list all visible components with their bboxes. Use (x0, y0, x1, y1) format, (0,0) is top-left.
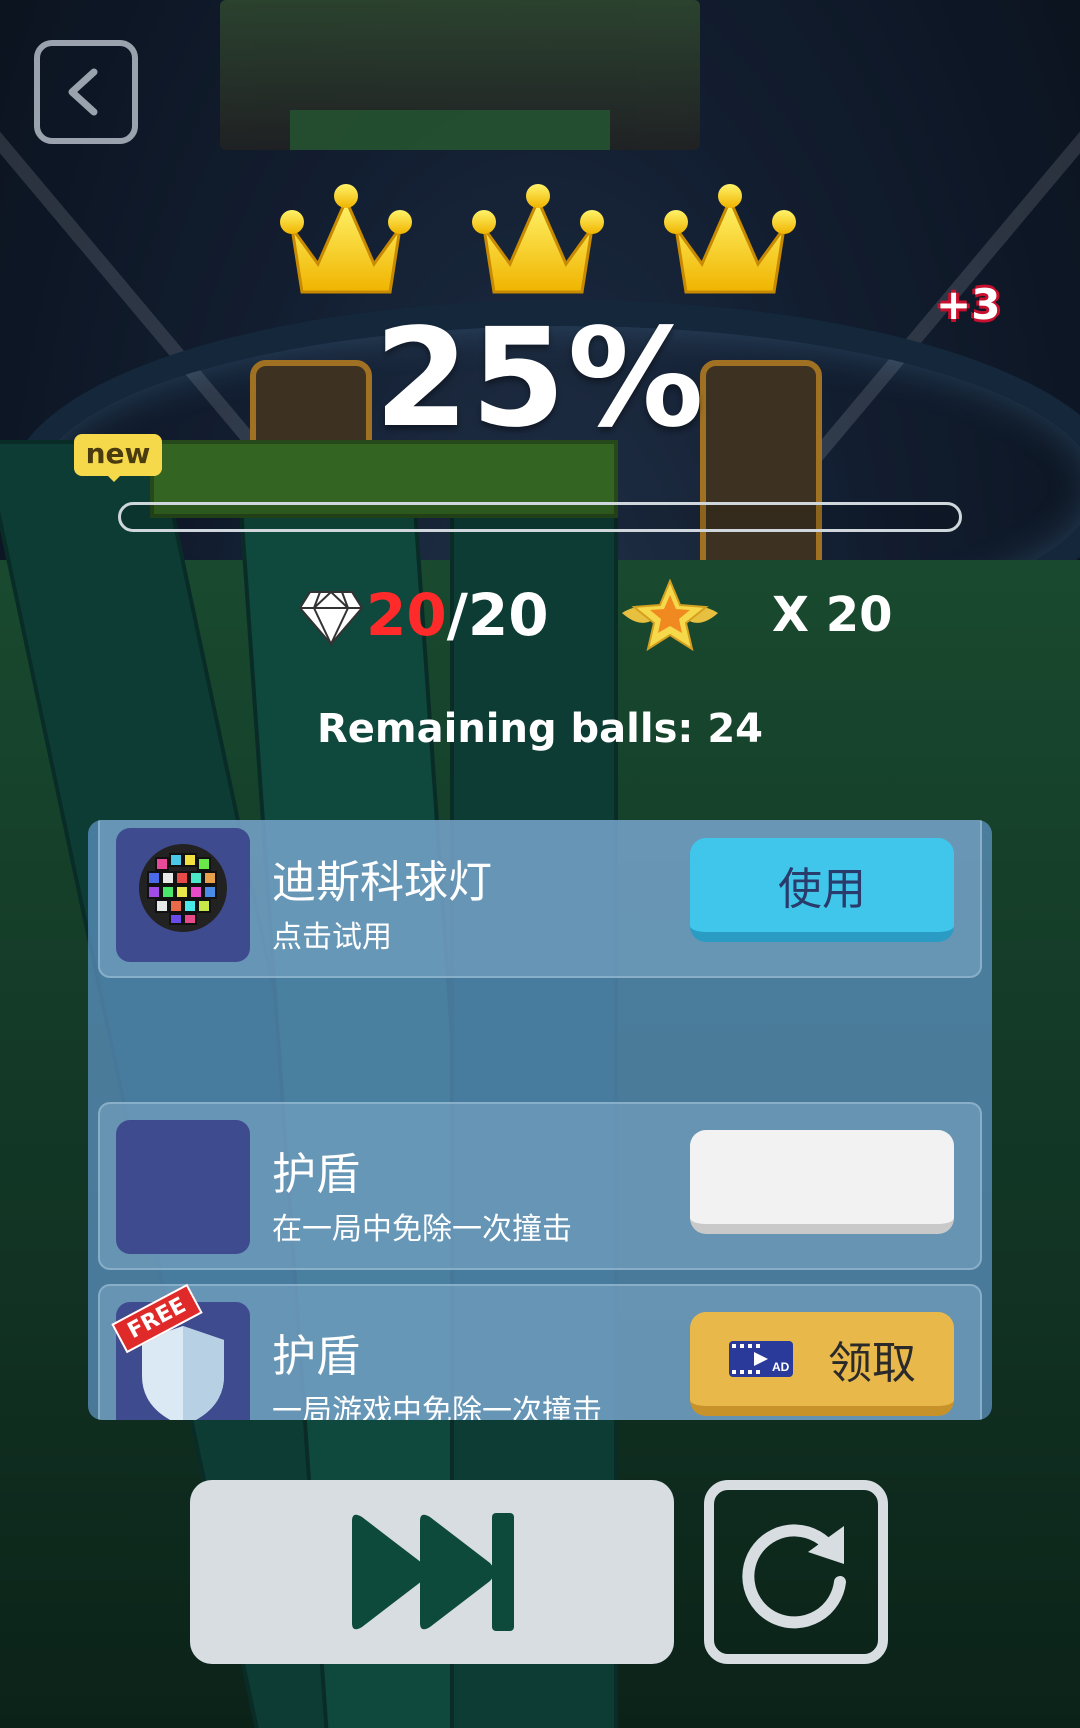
gems-collected: 20 (366, 581, 447, 649)
claim-label: 领取 (828, 1338, 916, 1389)
item-action-button[interactable] (690, 1130, 954, 1234)
back-button[interactable] (34, 40, 138, 144)
shop-item-shield: 护盾 在一局中免除一次撞击 (98, 1102, 982, 1270)
item-thumbnail (116, 1120, 250, 1254)
crown-icon (472, 184, 604, 294)
progress-percent: 25% (374, 300, 706, 458)
diamond-icon (298, 590, 364, 647)
shop-item-free-shield: FREE 护盾 一局游戏中免除一次撞击 AD 领取 (98, 1283, 982, 1420)
claim-button[interactable]: AD 领取 (690, 1312, 954, 1416)
star-counter: X 20 (618, 579, 893, 651)
svg-text:AD: AD (772, 1360, 790, 1374)
gems-total: /20 (446, 581, 549, 649)
item-shop-panel[interactable]: 迪斯科球灯 点击试用 使用 护盾 在一局中免除一次撞击 FREE 护盾 一局游戏… (88, 820, 992, 1420)
remaining-balls: Remaining balls: 24 (317, 706, 763, 752)
item-name: 护盾 (272, 1149, 360, 1200)
use-button[interactable]: 使用 (690, 838, 954, 942)
restart-icon (742, 1524, 846, 1629)
star-multiplier: X 20 (772, 587, 893, 643)
disco-ball-icon (116, 828, 250, 962)
back-arrow-icon (68, 68, 98, 116)
next-level-button[interactable] (190, 1480, 674, 1664)
crown-icon (664, 184, 796, 294)
winged-star-icon (622, 579, 718, 651)
gem-counter: 20 /20 (298, 580, 549, 650)
item-name: 护盾 (272, 1331, 360, 1382)
item-description: 一局游戏中免除一次撞击 (272, 1394, 602, 1420)
fast-forward-icon (352, 1513, 514, 1631)
item-description: 在一局中免除一次撞击 (272, 1212, 572, 1247)
item-name: 迪斯科球灯 (272, 857, 492, 908)
crown-icon (280, 184, 412, 294)
crown-rating (278, 180, 798, 310)
item-description: 点击试用 (272, 920, 392, 955)
restart-button[interactable] (704, 1480, 888, 1664)
new-badge: new (74, 434, 162, 482)
shop-item-disco-ball: 迪斯科球灯 点击试用 使用 (98, 820, 982, 978)
ad-video-icon: AD (729, 1341, 793, 1377)
progress-bar (118, 502, 962, 532)
